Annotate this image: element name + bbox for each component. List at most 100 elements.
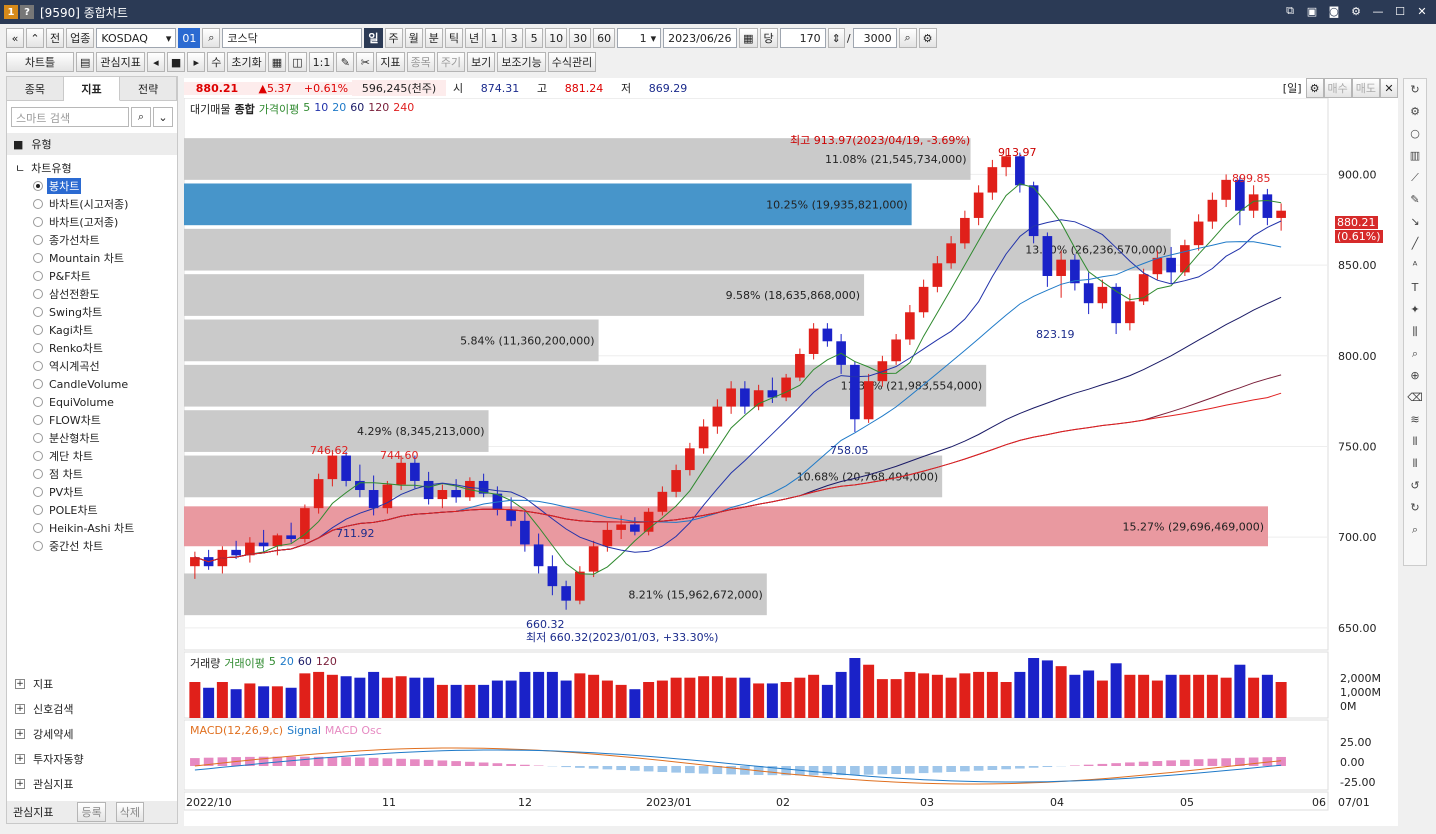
item-button[interactable]: 종목 <box>406 52 435 72</box>
view-button[interactable]: 보기 <box>467 52 496 72</box>
cut-icon[interactable]: ✂ <box>356 52 375 72</box>
formula-button[interactable]: 수식관리 <box>547 52 597 72</box>
save-icon[interactable]: ▤ <box>76 52 95 72</box>
all-button[interactable]: 전 <box>46 28 65 48</box>
eraser-icon[interactable]: ⌫ <box>1404 387 1426 409</box>
radio-icon[interactable] <box>33 451 43 461</box>
redo-icon[interactable]: ↻ <box>1404 497 1426 519</box>
chart-type-item[interactable]: 중간선 차트 <box>15 537 177 555</box>
minimize-icon[interactable]: — <box>1370 3 1386 19</box>
buy-button[interactable]: 매수 <box>1323 78 1352 98</box>
radio-icon[interactable] <box>33 199 43 209</box>
radio-icon[interactable] <box>33 505 43 515</box>
chart-type-item[interactable]: 삼선전환도 <box>15 285 177 303</box>
indicator-button[interactable]: 지표 <box>376 52 405 72</box>
radio-icon[interactable] <box>33 397 43 407</box>
chart-type-item[interactable]: PV차트 <box>15 483 177 501</box>
chart-type-item[interactable]: 바차트(시고저종) <box>15 195 177 213</box>
left-arrow-icon[interactable]: ◂ <box>146 52 165 72</box>
chart-type-item[interactable]: P&F차트 <box>15 267 177 285</box>
expand-icon[interactable]: ⌄ <box>153 107 173 127</box>
interval-10[interactable]: 10 <box>545 28 568 48</box>
period-day[interactable]: 일 <box>364 28 383 48</box>
stop-icon[interactable]: ■ <box>166 52 186 72</box>
auto-icon[interactable]: ᴬ <box>1404 255 1426 277</box>
period-button[interactable]: 주기 <box>436 52 466 72</box>
chart-type-item[interactable]: CandleVolume <box>15 375 177 393</box>
aux-button[interactable]: 보조기능 <box>497 52 546 72</box>
chart-type-item[interactable]: 종가선차트 <box>15 231 177 249</box>
count-select[interactable]: 1 ▾ <box>617 28 662 48</box>
fib-icon[interactable]: ≋ <box>1404 409 1426 431</box>
radio-icon[interactable] <box>33 289 43 299</box>
columns-icon[interactable]: ⫴ <box>1404 453 1426 475</box>
tree-root[interactable]: ㄴ 차트유형 <box>15 159 177 177</box>
chart-gear-icon[interactable]: ⚙ <box>1305 78 1324 98</box>
group-indicator[interactable]: + 지표 <box>7 673 177 695</box>
group-strength[interactable]: + 강세약세 <box>7 723 177 745</box>
layout-icon[interactable]: ◫ <box>288 52 307 72</box>
radio-icon[interactable] <box>33 523 43 533</box>
market-select[interactable]: KOSDAQ ▾ <box>96 28 177 48</box>
ray-icon[interactable]: ↘ <box>1404 211 1426 233</box>
chart-type-item[interactable]: Swing차트 <box>15 303 177 321</box>
group-type[interactable]: ■ 유형 <box>7 133 177 155</box>
radio-icon[interactable] <box>33 271 43 281</box>
chart-type-item[interactable]: Heikin-Ashi 차트 <box>15 519 177 537</box>
chart-svg[interactable]: 900.00 850.00 800.00 750.00 700.00 650.00 15.2… <box>183 97 1398 826</box>
interval-30[interactable]: 30 <box>569 28 592 48</box>
spinner-icon[interactable]: ⇕ <box>827 28 845 48</box>
radio-icon[interactable] <box>33 379 43 389</box>
interval-5[interactable]: 5 <box>525 28 544 48</box>
radio-icon[interactable] <box>33 217 43 227</box>
date-field[interactable]: 2023/06/26 <box>663 28 738 48</box>
radio-icon[interactable] <box>33 487 43 497</box>
link-icon[interactable]: ⧉ <box>1282 3 1298 19</box>
day-label[interactable]: 당 <box>759 28 778 48</box>
camera-icon[interactable]: ◙ <box>1326 3 1342 19</box>
chart-type-item[interactable]: Kagi차트 <box>15 321 177 339</box>
help-icon[interactable]: ? <box>20 5 34 19</box>
period-week[interactable]: 주 <box>384 28 403 48</box>
radio-icon[interactable] <box>33 361 43 371</box>
close-icon[interactable]: ✕ <box>1414 3 1430 19</box>
chart-type-item[interactable]: 봉차트 <box>15 177 177 195</box>
search-small-icon[interactable]: ⌕ <box>1404 519 1426 541</box>
group-watch[interactable]: + 관심지표 <box>7 773 177 795</box>
calendar-icon[interactable]: ▦ <box>739 28 758 48</box>
delete-button[interactable]: 삭제 <box>115 802 144 822</box>
period-year[interactable]: 년 <box>465 28 484 48</box>
right-arrow-icon[interactable]: ▸ <box>187 52 206 72</box>
zoom-in-icon[interactable]: ⊕ <box>1404 365 1426 387</box>
all-icon[interactable]: ✦ <box>1404 299 1426 321</box>
undo-icon[interactable]: ↺ <box>1404 475 1426 497</box>
maximize-icon[interactable]: ☐ <box>1392 3 1408 19</box>
reset-button[interactable]: 초기화 <box>227 52 266 72</box>
radio-icon[interactable] <box>33 433 43 443</box>
interval-3[interactable]: 3 <box>505 28 524 48</box>
ratio-button[interactable]: 1:1 <box>308 52 335 72</box>
search-input[interactable]: 스마트 검색 <box>11 107 129 127</box>
settings-icon[interactable]: ⚙ <box>1348 3 1364 19</box>
group-signal[interactable]: + 신호검색 <box>7 698 177 720</box>
code-tag[interactable]: 01 <box>178 28 201 48</box>
tab-strategy[interactable]: 전략 <box>120 77 178 101</box>
gear-icon[interactable]: ⚙ <box>1404 101 1426 123</box>
candle-icon[interactable]: ⫼ <box>1404 321 1426 343</box>
count-field[interactable]: 170 <box>779 28 826 48</box>
group-investor[interactable]: + 투자자동향 <box>7 748 177 770</box>
line-tool-icon[interactable]: ⟋ <box>1404 167 1426 189</box>
chart-type-item[interactable]: EquiVolume <box>15 393 177 411</box>
chart-icon[interactable]: ▥ <box>1404 145 1426 167</box>
tool-icon[interactable]: ✎ <box>336 52 355 72</box>
gear-icon[interactable]: ⚙ <box>918 28 937 48</box>
period-month[interactable]: 월 <box>404 28 423 48</box>
interval-60[interactable]: 60 <box>593 28 616 48</box>
search-icon[interactable]: ⌕ <box>202 28 221 48</box>
text-icon[interactable]: T <box>1404 277 1426 299</box>
zoom-icon[interactable]: ⌕ <box>898 28 917 48</box>
chart-type-item[interactable]: 역시계곡선 <box>15 357 177 375</box>
radio-icon[interactable] <box>33 325 43 335</box>
chart-type-item[interactable]: 점 차트 <box>15 465 177 483</box>
chart-type-item[interactable]: 바차트(고저종) <box>15 213 177 231</box>
